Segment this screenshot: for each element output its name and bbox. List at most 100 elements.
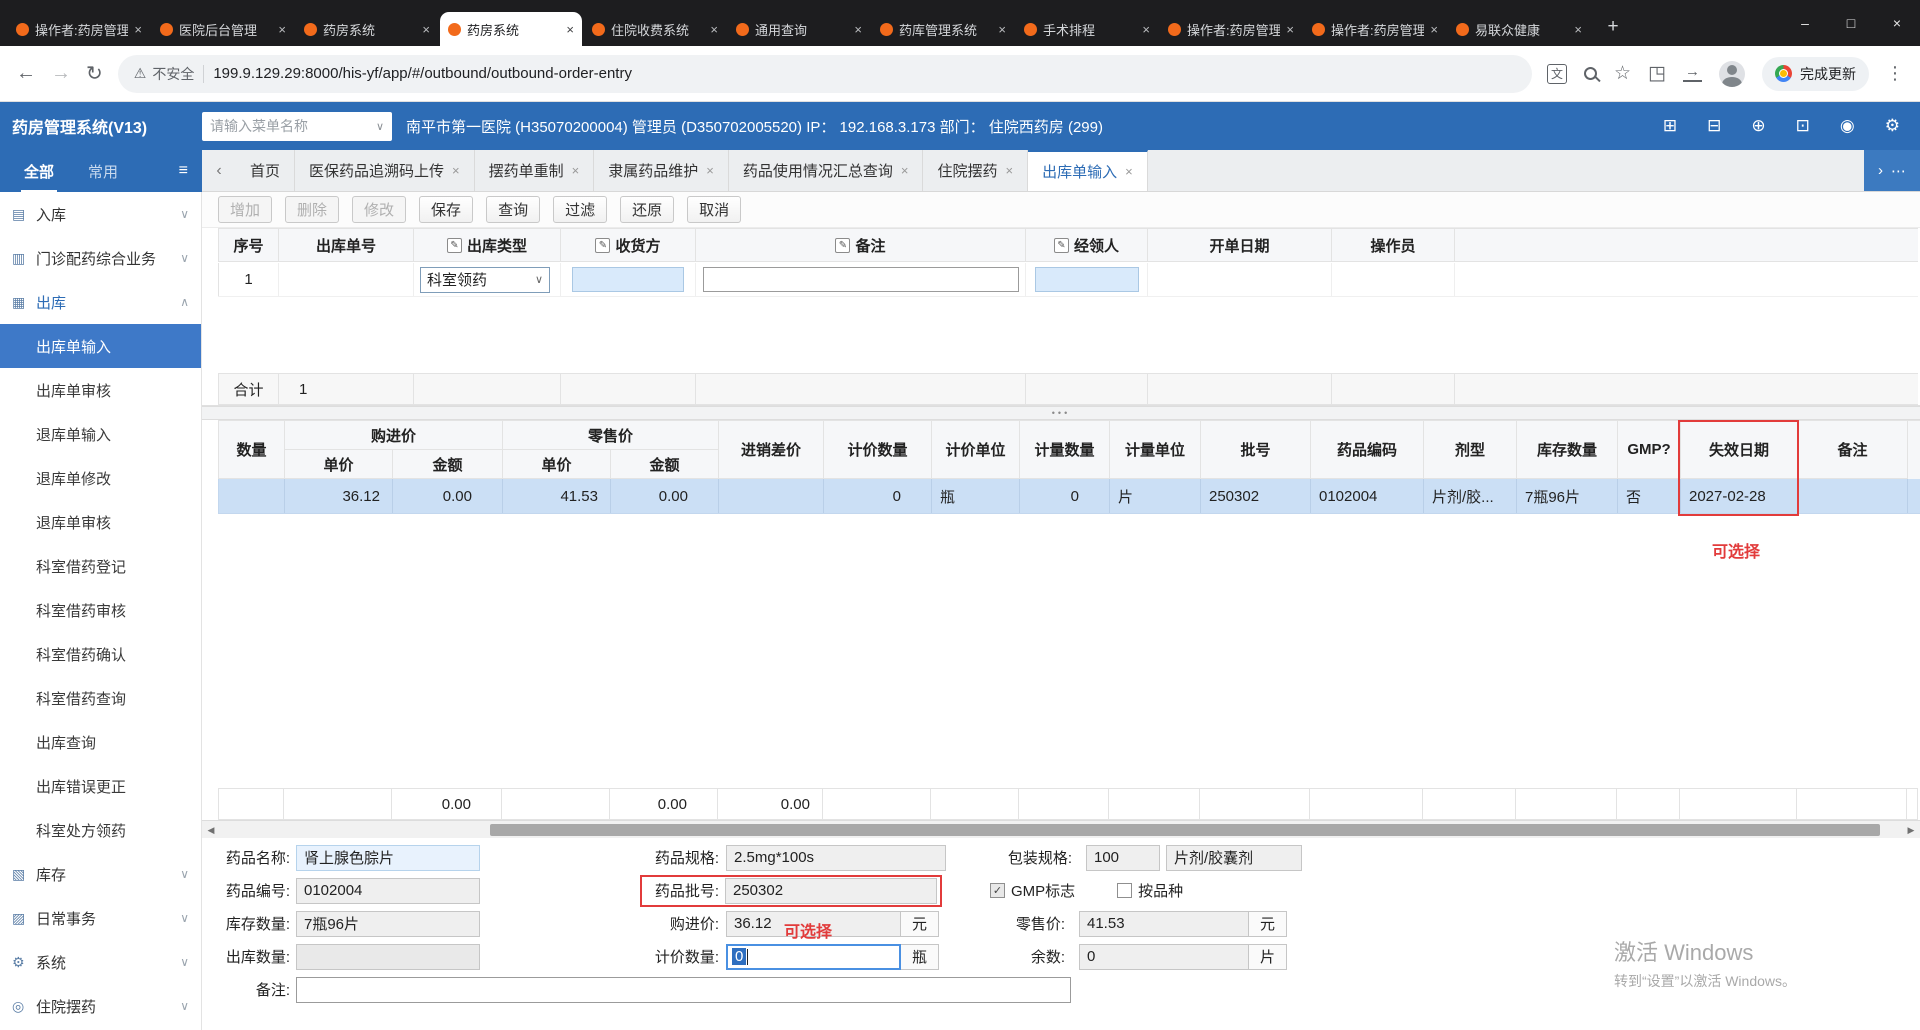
save-button[interactable]: 保存 bbox=[419, 196, 474, 223]
security-chip[interactable]: ⚠ 不安全 bbox=[134, 64, 195, 84]
browser-tab[interactable]: 操作者:药房管理 × bbox=[1160, 12, 1302, 46]
form-remark-input[interactable] bbox=[296, 976, 1071, 1003]
back-icon[interactable]: ← bbox=[16, 62, 36, 85]
tab-medicare-trace-upload[interactable]: 医保药品追溯码上传 × bbox=[295, 150, 475, 191]
browser-menu-icon[interactable]: ⋮ bbox=[1886, 63, 1904, 84]
sidebar-group-inbound[interactable]: ▤ 入库 ∨ bbox=[0, 192, 201, 236]
sidebar-group-outpatient-dispense[interactable]: ▥ 门诊配药综合业务 ∨ bbox=[0, 236, 201, 280]
pack-form-input[interactable]: 片剂/胶囊剂 bbox=[1166, 844, 1302, 871]
sidebar-item-return-entry[interactable]: 退库单输入 bbox=[0, 412, 201, 456]
sidebar-item-outbound-entry[interactable]: 出库单输入 bbox=[0, 324, 201, 368]
browser-tab-active[interactable]: 药房系统 × bbox=[440, 12, 582, 46]
save-icon[interactable]: ⊡ bbox=[1796, 116, 1810, 136]
scroll-right-icon[interactable]: ▶ bbox=[1902, 821, 1920, 839]
eye-icon[interactable]: ◉ bbox=[1840, 116, 1855, 136]
sidebar-item-return-modify[interactable]: 退库单修改 bbox=[0, 456, 201, 500]
browser-tab[interactable]: 住院收费系统 × bbox=[584, 12, 726, 46]
refresh-icon[interactable]: ↻ bbox=[86, 61, 103, 86]
tab-dispense-list-rebuild[interactable]: 摆药单重制 × bbox=[475, 150, 595, 191]
tab-close-icon[interactable]: × bbox=[1125, 164, 1133, 179]
sidebar-item-dept-prescription-dispense[interactable]: 科室处方领药 bbox=[0, 808, 201, 852]
monitor-icon[interactable]: ⊟ bbox=[1707, 116, 1721, 136]
new-tab-button[interactable]: + bbox=[1598, 12, 1628, 42]
pack-spec-input[interactable]: 100 bbox=[1086, 844, 1160, 871]
browser-tab[interactable]: 手术排程 × bbox=[1016, 12, 1158, 46]
restore-button[interactable]: 还原 bbox=[620, 196, 675, 223]
sidebar-group-stock[interactable]: ▧ 库存 ∨ bbox=[0, 852, 201, 896]
sidebar-item-dept-borrow-confirm[interactable]: 科室借药确认 bbox=[0, 632, 201, 676]
sidebar-item-outbound-error-correct[interactable]: 出库错误更正 bbox=[0, 764, 201, 808]
horizontal-scrollbar[interactable]: ◀ ▶ bbox=[202, 820, 1920, 838]
tab-close-icon[interactable]: × bbox=[854, 22, 862, 37]
detail-grid-selected-row[interactable]: 36.12 0.00 41.53 0.00 0 瓶 0 片 250302 010… bbox=[218, 479, 1920, 514]
search-icon[interactable] bbox=[1584, 67, 1597, 80]
remainder-input[interactable]: 0 bbox=[1079, 943, 1249, 970]
tab-close-icon[interactable]: × bbox=[278, 22, 286, 37]
sidebar-group-outbound[interactable]: ▦ 出库 ∧ bbox=[0, 280, 201, 324]
by-variety-checkbox[interactable] bbox=[1117, 883, 1133, 898]
sidebar-tab-all[interactable]: 全部 bbox=[20, 161, 58, 192]
sidebar-item-dept-borrow-review[interactable]: 科室借药审核 bbox=[0, 588, 201, 632]
settings-gear-icon[interactable]: ⚙ bbox=[1885, 116, 1900, 136]
browser-tab[interactable]: 易联众健康 × bbox=[1448, 12, 1590, 46]
tab-drug-usage-summary[interactable]: 药品使用情况汇总查询 × bbox=[729, 150, 924, 191]
tab-close-icon[interactable]: × bbox=[1286, 22, 1294, 37]
translate-icon[interactable]: 文 bbox=[1547, 63, 1567, 84]
sidebar-tab-frequent[interactable]: 常用 bbox=[88, 161, 118, 182]
drug-spec-input[interactable]: 2.5mg*100s bbox=[726, 844, 946, 871]
browser-tab[interactable]: 通用查询 × bbox=[728, 12, 870, 46]
outbound-type-select[interactable]: 科室领药 ∨ bbox=[420, 266, 550, 293]
minimize-button[interactable]: – bbox=[1782, 0, 1828, 46]
collector-input[interactable] bbox=[1034, 267, 1139, 292]
browser-tab[interactable]: 药库管理系统 × bbox=[872, 12, 1014, 46]
tab-close-icon[interactable]: × bbox=[1142, 22, 1150, 37]
chevron-right-icon[interactable]: › bbox=[1878, 162, 1883, 179]
tab-ward-dispense[interactable]: 住院摆药 × bbox=[923, 150, 1029, 191]
tab-close-icon[interactable]: × bbox=[1005, 163, 1013, 178]
update-chrome-button[interactable]: 完成更新 bbox=[1762, 56, 1869, 91]
tab-close-icon[interactable]: × bbox=[134, 22, 142, 37]
menu-search-input[interactable]: 请输入菜单名称 ∨ bbox=[202, 111, 392, 141]
tab-close-icon[interactable]: × bbox=[1430, 22, 1438, 37]
chevron-left-icon[interactable]: ‹ bbox=[202, 150, 236, 191]
tab-close-icon[interactable]: × bbox=[901, 163, 909, 178]
tab-close-icon[interactable]: × bbox=[572, 163, 580, 178]
tab-close-icon[interactable]: × bbox=[998, 22, 1006, 37]
add-button[interactable]: 增加 bbox=[218, 196, 273, 223]
tab-home[interactable]: 首页 bbox=[236, 150, 296, 191]
order-grid-row[interactable]: 1 科室领药 ∨ bbox=[218, 263, 1918, 297]
scroll-left-icon[interactable]: ◀ bbox=[202, 821, 220, 839]
scan-icon[interactable]: ⊞ bbox=[1663, 116, 1677, 136]
cancel-button[interactable]: 取消 bbox=[687, 196, 742, 223]
query-button[interactable]: 查询 bbox=[486, 196, 541, 223]
url-field[interactable]: ⚠ 不安全 199.9.129.29:8000/his-yf/app/#/out… bbox=[117, 54, 1532, 93]
browser-tab[interactable]: 操作者:药房管理 × bbox=[1304, 12, 1446, 46]
batch-no-input[interactable]: 250302 bbox=[725, 877, 937, 904]
price-qty-input[interactable]: 0 bbox=[726, 943, 901, 970]
maximize-button[interactable]: □ bbox=[1828, 0, 1874, 46]
tab-close-icon[interactable]: × bbox=[452, 163, 460, 178]
pane-splitter[interactable]: ••• bbox=[202, 406, 1920, 420]
forward-icon[interactable]: → bbox=[51, 62, 71, 85]
sidebar-item-return-review[interactable]: 退库单审核 bbox=[0, 500, 201, 544]
sidebar-group-system[interactable]: ⚙ 系统 ∨ bbox=[0, 940, 201, 984]
tab-subordinate-drug-maintain[interactable]: 隶属药品维护 × bbox=[594, 150, 729, 191]
browser-tab[interactable]: 操作者:药房管理 × bbox=[8, 12, 150, 46]
tab-close-icon[interactable]: × bbox=[710, 22, 718, 37]
drug-name-input[interactable]: 肾上腺色腙片 bbox=[296, 844, 480, 871]
filter-button[interactable]: 过滤 bbox=[553, 196, 608, 223]
downloads-icon[interactable]: → bbox=[1683, 64, 1702, 82]
scrollbar-thumb[interactable] bbox=[490, 824, 1880, 836]
window-close-button[interactable]: × bbox=[1874, 0, 1920, 46]
hamburger-icon[interactable]: ≡ bbox=[179, 162, 188, 180]
profile-avatar[interactable] bbox=[1719, 60, 1745, 87]
message-icon[interactable]: ⊕ bbox=[1751, 116, 1765, 136]
delete-button[interactable]: 删除 bbox=[285, 196, 340, 223]
sidebar-group-ward-dispense[interactable]: ◎ 住院摆药 ∨ bbox=[0, 984, 201, 1028]
sidebar-item-dept-borrow-query[interactable]: 科室借药查询 bbox=[0, 676, 201, 720]
gmp-checkbox[interactable]: ✓ bbox=[990, 883, 1005, 898]
sidebar-item-outbound-query[interactable]: 出库查询 bbox=[0, 720, 201, 764]
remark-input[interactable] bbox=[702, 267, 1019, 292]
more-tabs-icon[interactable]: ⋯ bbox=[1891, 162, 1906, 180]
retail-price-input[interactable]: 41.53 bbox=[1079, 910, 1249, 937]
